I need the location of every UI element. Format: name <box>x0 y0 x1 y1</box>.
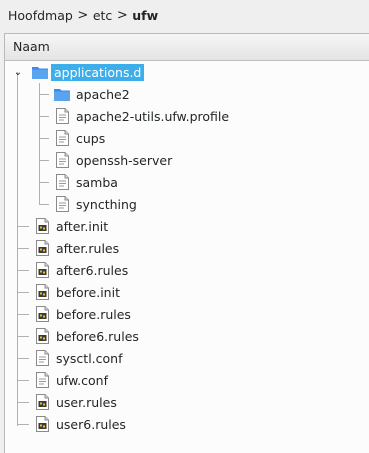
script-file-icon <box>34 306 50 322</box>
text-file-icon <box>54 130 70 146</box>
tree-line <box>17 424 29 425</box>
tree-row-label: cups <box>76 130 106 146</box>
tree-line <box>17 314 29 315</box>
chevron-right-icon: > <box>77 7 89 23</box>
script-file-icon <box>34 416 50 432</box>
text-file-icon <box>34 350 50 366</box>
text-file-icon <box>54 174 70 190</box>
tree-row-label: apache2 <box>76 86 130 102</box>
tree-row-file[interactable]: before.rules <box>34 303 131 325</box>
tree-line <box>39 182 49 183</box>
tree-line <box>39 116 49 117</box>
tree-row-label: openssh-server <box>76 152 173 168</box>
tree-row-file[interactable]: after.init <box>34 215 108 237</box>
tree-row-child[interactable]: apache2 <box>54 83 130 105</box>
tree-row-label: sysctl.conf <box>56 350 123 366</box>
tree-line <box>17 358 29 359</box>
tree-row-label: after.rules <box>56 240 120 256</box>
tree-row-file[interactable]: before.init <box>34 281 120 303</box>
breadcrumb: Hoofdmap > etc > ufw <box>0 0 369 30</box>
tree-line <box>17 402 29 403</box>
script-file-icon <box>34 218 50 234</box>
tree-line <box>39 160 49 161</box>
tree-row-file[interactable]: user6.rules <box>34 413 126 435</box>
script-file-icon <box>34 394 50 410</box>
tree-line <box>17 270 29 271</box>
tree-line <box>17 226 29 227</box>
tree-row-label: user6.rules <box>56 416 126 432</box>
tree-row-label: applications.d <box>51 63 145 81</box>
tree-row-child[interactable]: syncthing <box>54 193 137 215</box>
tree-line <box>39 204 49 205</box>
script-file-icon <box>34 328 50 344</box>
tree-line <box>17 380 29 381</box>
tree-line <box>39 94 49 95</box>
tree-row-label: before6.rules <box>56 328 139 344</box>
tree-line <box>17 248 29 249</box>
folder-icon <box>32 64 48 80</box>
file-tree-panel: Naam ⌄ applications.d apache2 apache2-uti… <box>4 33 369 453</box>
tree-row-label: before.rules <box>56 306 131 322</box>
text-file-icon <box>34 372 50 388</box>
tree-line <box>39 83 40 205</box>
column-header-name[interactable]: Naam <box>5 34 369 61</box>
tree-row-label: samba <box>76 174 118 190</box>
tree-row-file[interactable]: before6.rules <box>34 325 139 347</box>
tree-row-child[interactable]: apache2-utils.ufw.profile <box>54 105 229 127</box>
tree-row-label: ufw.conf <box>56 372 108 388</box>
tree-row-applications-d[interactable]: applications.d <box>32 61 145 83</box>
script-file-icon <box>34 284 50 300</box>
script-file-icon <box>34 262 50 278</box>
breadcrumb-item-etc[interactable]: etc <box>91 8 114 23</box>
tree-line <box>17 336 29 337</box>
tree-line <box>17 292 29 293</box>
chevron-down-icon[interactable]: ⌄ <box>12 66 24 78</box>
tree-row-child[interactable]: cups <box>54 127 105 149</box>
tree-row-label: after6.rules <box>56 262 129 278</box>
tree-row-file[interactable]: ufw.conf <box>34 369 108 391</box>
tree-row-file[interactable]: after.rules <box>34 237 119 259</box>
tree-line <box>39 138 49 139</box>
tree-line <box>17 72 18 426</box>
breadcrumb-item-hoofdmap[interactable]: Hoofdmap <box>6 8 75 23</box>
tree-row-label: apache2-utils.ufw.profile <box>76 108 230 124</box>
tree-row-file[interactable]: after6.rules <box>34 259 128 281</box>
chevron-right-icon: > <box>116 7 128 23</box>
breadcrumb-item-ufw[interactable]: ufw <box>130 8 160 23</box>
tree-row-file[interactable]: user.rules <box>34 391 117 413</box>
tree-row-child[interactable]: openssh-server <box>54 149 172 171</box>
tree-row-child[interactable]: samba <box>54 171 118 193</box>
tree-row-label: before.init <box>56 284 120 300</box>
text-file-icon <box>54 108 70 124</box>
folder-icon <box>54 86 70 102</box>
text-file-icon <box>54 196 70 212</box>
tree-row-label: syncthing <box>76 196 137 212</box>
tree-row-file[interactable]: sysctl.conf <box>34 347 123 369</box>
tree-row-label: after.init <box>56 218 109 234</box>
tree-row-label: user.rules <box>56 394 117 410</box>
script-file-icon <box>34 240 50 256</box>
text-file-icon <box>54 152 70 168</box>
